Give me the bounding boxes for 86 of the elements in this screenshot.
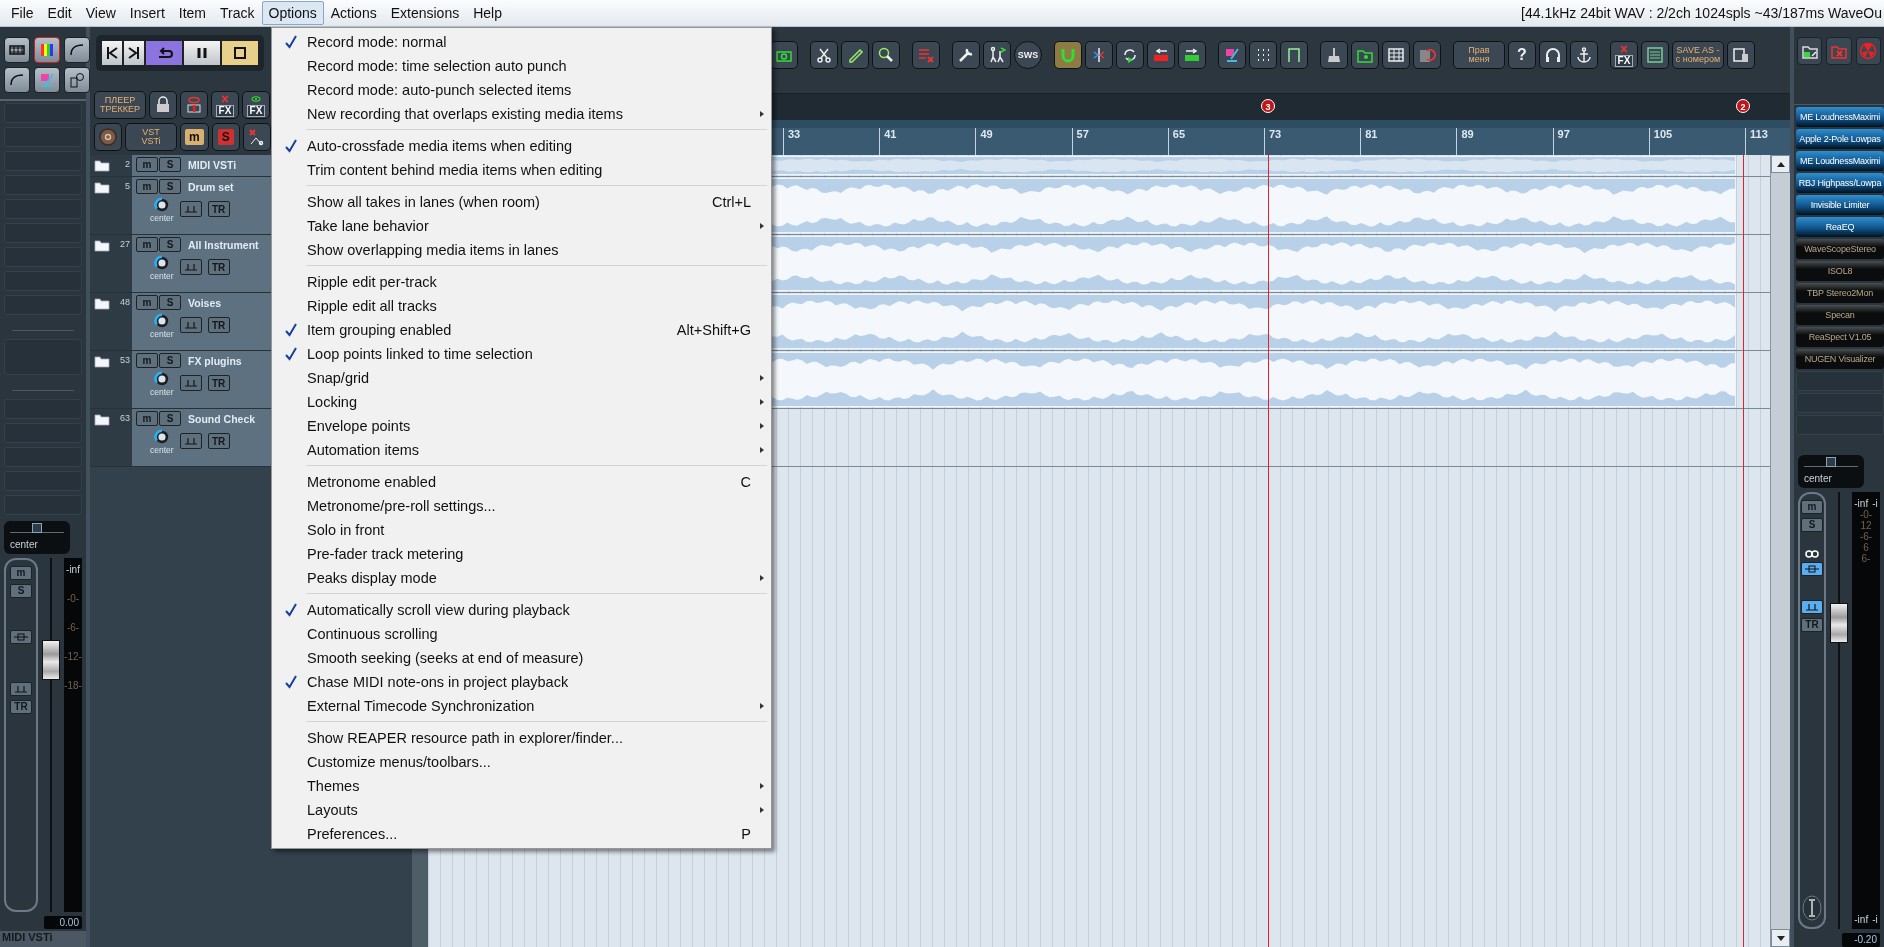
pan-label: center [150,271,174,281]
track-number: 5 [125,181,130,193]
meter-scale-label: 6- [1861,553,1871,564]
menu-option-label: Metronome enabled [307,474,436,490]
menu-option-label: Automatically scroll view during playback [307,602,570,618]
meter-scale-label: -0- [1859,509,1873,520]
menu-option-label: Layouts [307,802,358,818]
track-number: 48 [120,297,130,309]
menu-option-label: Show overlapping media items in lanes [307,242,559,258]
meter-scale-label: -6- [66,622,80,633]
menu-option-label: Record mode: time selection auto punch [307,58,567,74]
audio-status-text: [44.1kHz 24bit WAV : 2/2ch 1024spls ~43/187ms WaveOu [1521,5,1883,21]
bar-number: 89 [1461,128,1474,140]
menu-option-label: Metronome/pre-roll settings... [307,498,496,514]
menu-option-label: Automation items [307,442,420,458]
menu-option-label: Trim content behind media items when editing [307,162,603,178]
meter-scale-label: -12- [64,651,82,662]
track-number: 27 [120,239,130,251]
pan-label: center [10,539,39,550]
menu-option-label: Customize menus/toolbars... [307,754,491,770]
menu-option-label: Ripple edit all tracks [307,298,437,314]
meter-scale-label: -18- [64,680,82,691]
menu-option-label: Locking [307,394,357,410]
bar-number: 65 [1172,128,1186,140]
solo-label: S [217,129,234,145]
track-number: 2 [125,159,130,171]
track-name: Sound Check [188,412,256,425]
track-name: Voises [188,296,222,309]
bar-number: 97 [1557,128,1570,140]
pan-label: center [150,445,174,455]
bar-number: 73 [1269,128,1282,140]
menu-option-label: External Timecode Synchronization [307,698,535,714]
bar-number: 49 [980,128,993,140]
menu-option-label: Peaks display mode [307,570,437,586]
meter-scale-label: 12 [1860,520,1872,531]
track-name: All Instrument [188,238,259,251]
track-number: 53 [120,355,130,367]
menu-option-label: Item grouping enabled [307,322,452,338]
meter-scale-label: 6 [1863,542,1869,553]
menu-option-label: Show all takes in lanes (when room) [307,194,540,210]
volume-value: -0.20 [1842,933,1880,947]
menu-option-label: Solo in front [307,522,385,538]
fx-label: FX [1614,54,1634,67]
menu-option-label: Envelope points [307,418,411,434]
meter-scale-label: -6- [1859,531,1873,542]
menu-option-label: Chase MIDI note-ons in project playback [307,674,569,690]
meter-scale-label: -inf [66,564,80,575]
bar-number: 33 [788,128,801,140]
track-name-label: MIDI VSTi [0,931,86,947]
menu-option-label: Smooth seeking (seeks at end of measure) [307,650,584,666]
track-name: MIDI VSTi [188,158,237,171]
track-name: FX plugins [188,354,242,367]
menu-option-label: Preferences... [307,826,398,842]
fx-label: FX [215,104,235,117]
pan-label: center [150,329,174,339]
mute-label: m [185,129,204,145]
bar-number: 113 [1750,128,1768,140]
menu-option-label: Take lane behavior [307,218,429,234]
shortcut-label: P [741,826,752,842]
track-name: Drum set [188,180,234,193]
shortcut-label: Alt+Shift+G [676,322,752,338]
meter-scale-label: -i [1872,914,1878,925]
pan-label: center [1804,473,1833,484]
meter-scale-label: -inf [1854,498,1869,509]
menu-option-label: Continuous scrolling [307,626,438,642]
pan-label: center [150,387,174,397]
menu-option-label: Show REAPER resource path in explorer/finder... [307,730,623,746]
menu-option-label: Snap/grid [307,370,370,386]
meter-scale-label: -i [1872,498,1878,509]
menu-option-label: Loop points linked to time selection [307,346,533,362]
menu-option-label: Ripple edit per-track [307,274,437,290]
shortcut-label: C [740,474,752,490]
volume-value: 0.00 [44,916,82,929]
menu-option-label: Record mode: normal [307,34,447,50]
menu-option-label: Themes [307,778,360,794]
track-number: 63 [120,413,130,425]
menu-option-label: Pre-fader track metering [307,546,464,562]
bar-number: 57 [1076,128,1089,140]
pan-label: center [150,213,174,223]
bar-number: 81 [1365,128,1378,140]
fx-label: FX [246,104,266,117]
bar-number: 105 [1653,128,1673,140]
meter-scale-label: -inf [1854,914,1869,925]
shortcut-label: Ctrl+L [711,194,752,210]
meter-scale-label: -0- [66,593,80,604]
bar-number: 41 [884,128,897,140]
